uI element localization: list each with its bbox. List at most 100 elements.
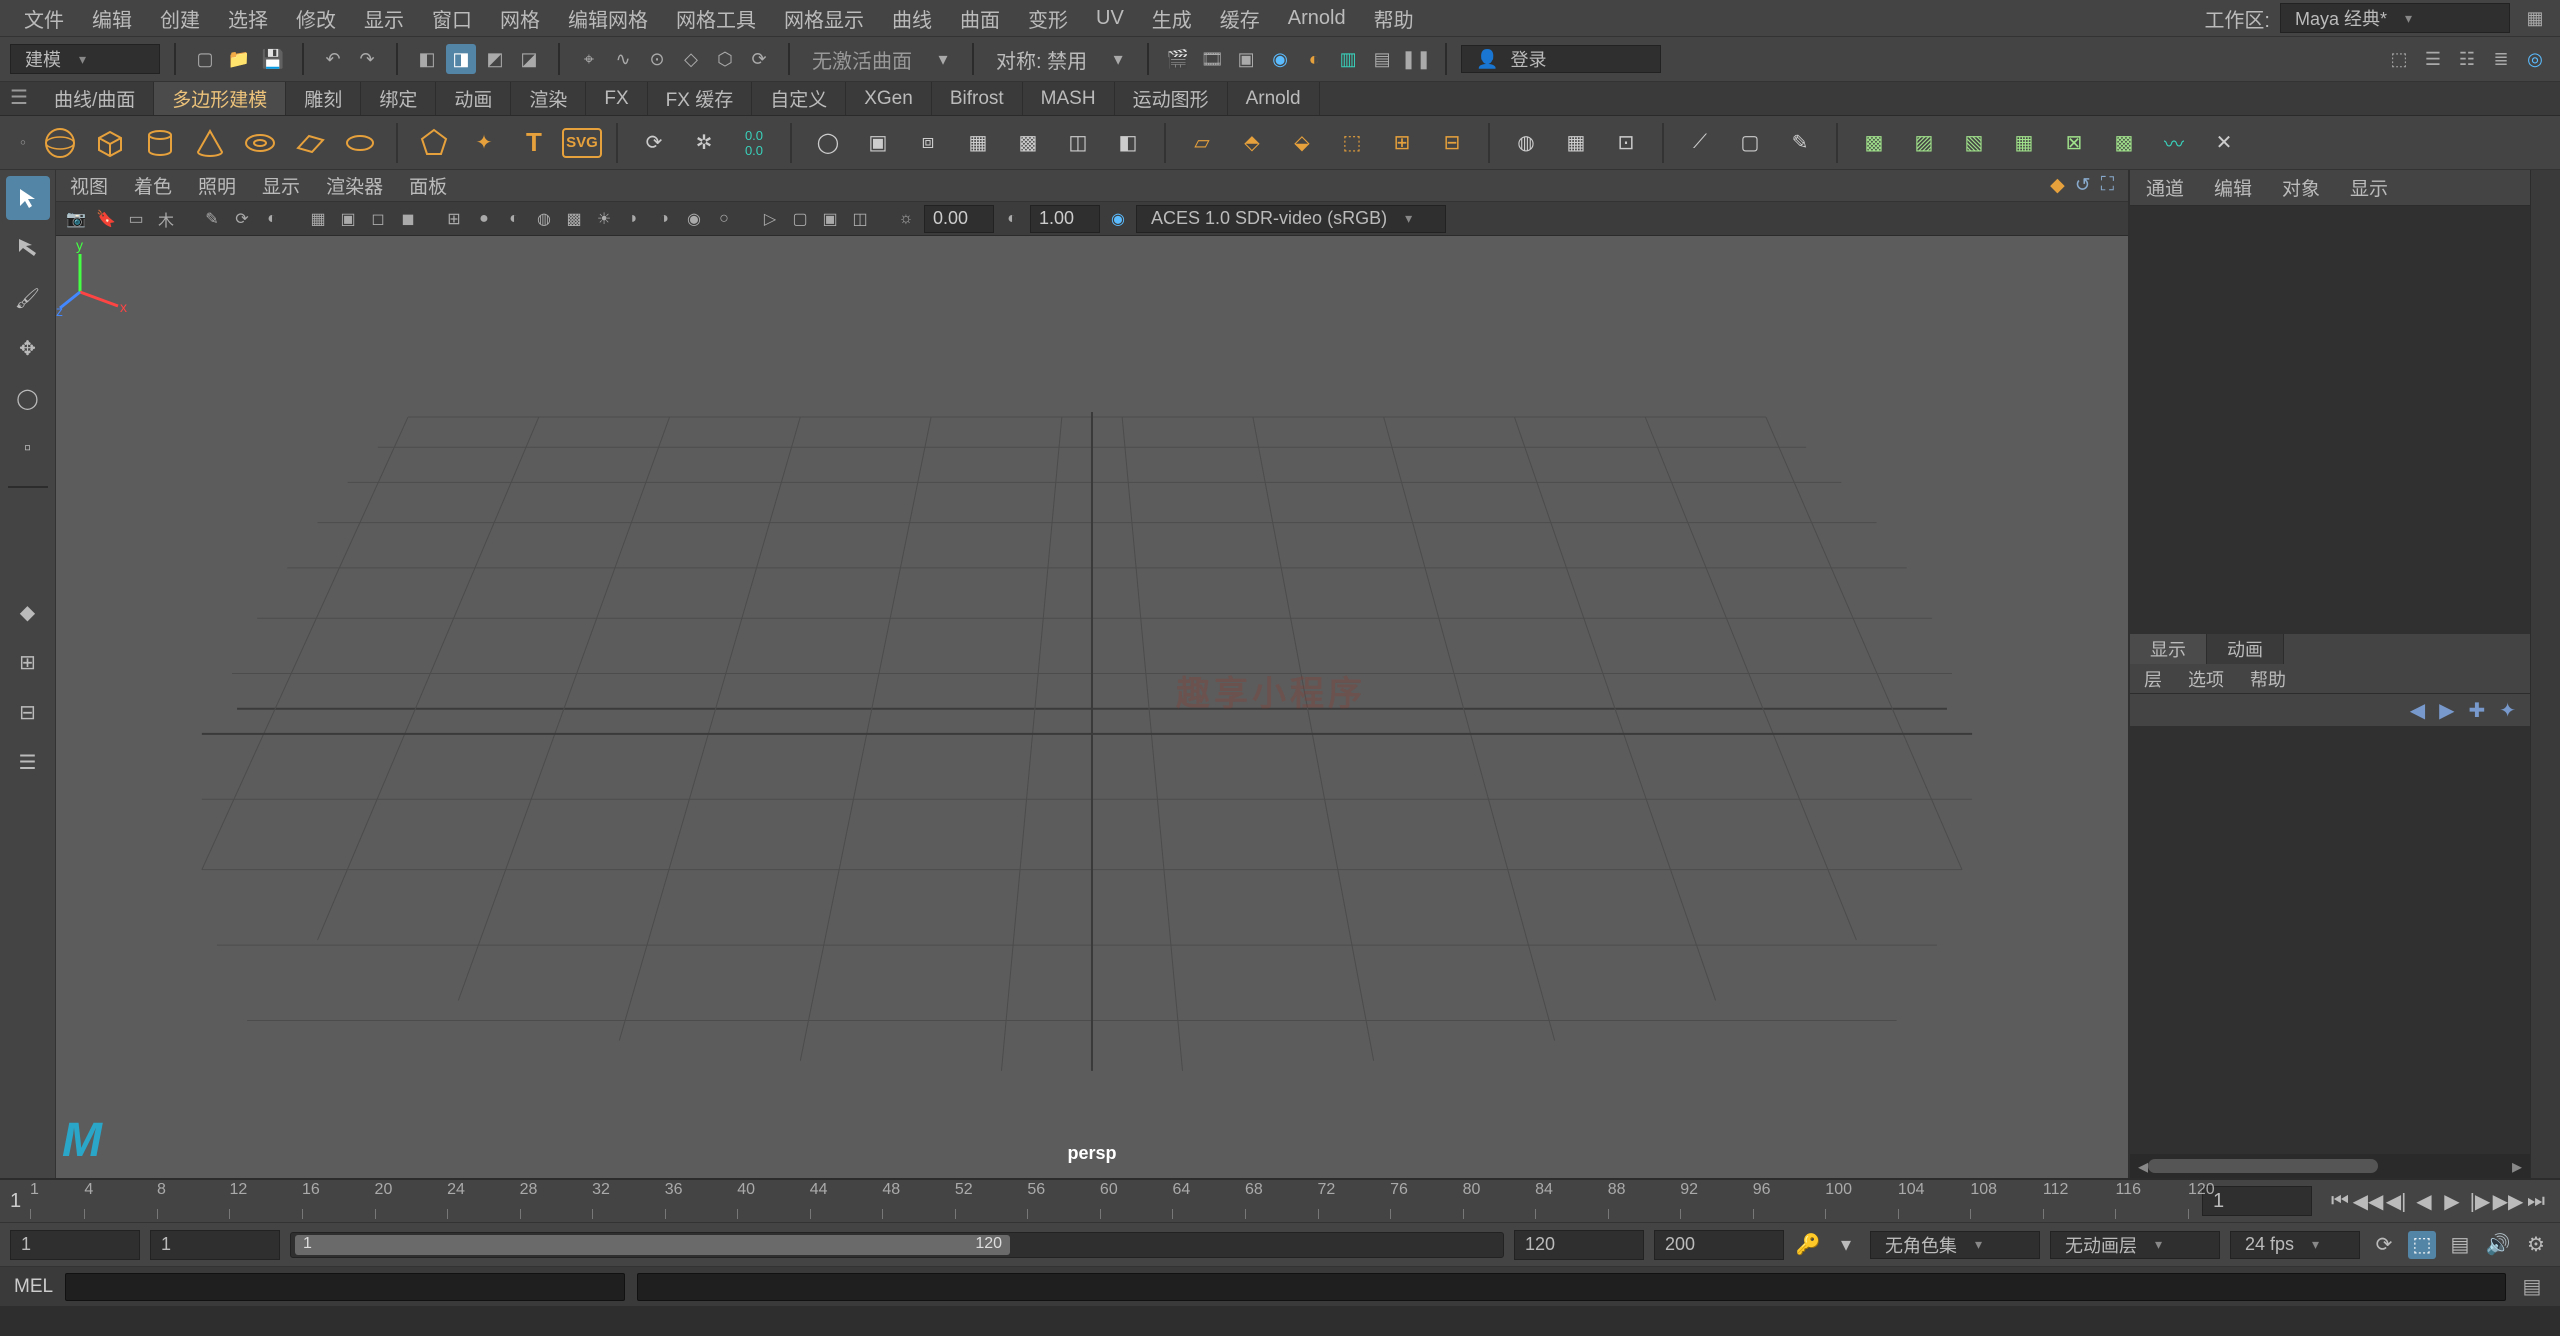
chmenu-channels[interactable]: 通道: [2146, 174, 2184, 201]
menu-mesh[interactable]: 网格: [486, 0, 554, 37]
menu-edit[interactable]: 编辑: [78, 0, 146, 37]
polydisc-icon[interactable]: [338, 121, 382, 165]
panel-menu-panels[interactable]: 面板: [409, 172, 447, 199]
extrude-icon[interactable]: ▦: [956, 121, 1000, 165]
toggle-hud-icon[interactable]: ☰: [2418, 44, 2448, 74]
ipr-render-icon[interactable]: ▣: [1231, 44, 1261, 74]
construction-plane-icon[interactable]: ✲: [682, 121, 726, 165]
use-default-mat-icon[interactable]: ◐: [502, 207, 526, 231]
menu-arnold[interactable]: Arnold: [1274, 3, 1360, 34]
depth-peel-icon[interactable]: ◫: [848, 207, 872, 231]
bridge-icon[interactable]: ▩: [1006, 121, 1050, 165]
render-setup-icon[interactable]: ▤: [1367, 44, 1397, 74]
uv-spherical-icon[interactable]: ▧: [1952, 121, 1996, 165]
menu-mesh-tools[interactable]: 网格工具: [662, 0, 770, 37]
menu-select[interactable]: 选择: [214, 0, 282, 37]
image-plane-icon[interactable]: ▭: [124, 207, 148, 231]
use-lights-icon[interactable]: ☀: [592, 207, 616, 231]
play-fwd-icon[interactable]: ▶: [2438, 1187, 2466, 1215]
camera-bookmark-icon[interactable]: ↺: [2075, 174, 2091, 197]
menu-mesh-display[interactable]: 网格显示: [770, 0, 878, 37]
lasso-tool[interactable]: [6, 226, 50, 270]
shelf-tab-6[interactable]: FX: [586, 82, 647, 115]
uv-cut-icon[interactable]: ⊠: [2052, 121, 2096, 165]
shelf-tab-5[interactable]: 渲染: [511, 82, 586, 115]
step-fwd-icon[interactable]: |▶: [2466, 1187, 2494, 1215]
select-by-hierarchy-icon[interactable]: ◧: [412, 44, 442, 74]
paint-select-tool[interactable]: 🖌: [6, 276, 50, 320]
menu-cache[interactable]: 缓存: [1206, 0, 1274, 37]
shelf-tab-3[interactable]: 绑定: [361, 82, 436, 115]
gamma-field[interactable]: 1.00: [1030, 205, 1100, 233]
connect-icon[interactable]: ⊞: [1380, 121, 1424, 165]
step-back-icon[interactable]: ◀|: [2382, 1187, 2410, 1215]
menu-generate[interactable]: 生成: [1138, 0, 1206, 37]
snap-live-icon[interactable]: ⬡: [710, 44, 740, 74]
superellipse-icon[interactable]: ✦: [462, 121, 506, 165]
command-input[interactable]: [65, 1273, 625, 1301]
smooth-shade-icon[interactable]: ●: [472, 207, 496, 231]
hypershade-icon[interactable]: ◐: [1299, 44, 1329, 74]
fps-dropdown[interactable]: 24 fps: [2230, 1231, 2360, 1259]
playback-toggle-icon[interactable]: ▤: [2446, 1231, 2474, 1259]
gamma-icon[interactable]: ◐: [1000, 207, 1024, 231]
polycube-icon[interactable]: [88, 121, 132, 165]
append-poly-icon[interactable]: ▱: [1180, 121, 1224, 165]
gate-mask-icon[interactable]: ◼: [396, 207, 420, 231]
layout-four-icon[interactable]: ⊞: [6, 640, 50, 684]
uv-layout-icon[interactable]: ✕: [2202, 121, 2246, 165]
polytorus-icon[interactable]: [238, 121, 282, 165]
textured-icon[interactable]: ▩: [562, 207, 586, 231]
subdivide-icon[interactable]: ▦: [1554, 121, 1598, 165]
save-scene-icon[interactable]: 💾: [258, 44, 288, 74]
ghosting-icon[interactable]: ⟳: [230, 207, 254, 231]
new-layer-icon[interactable]: ✚: [2468, 698, 2485, 723]
time-slider[interactable]: 1 14812162024283236404448525660646872768…: [0, 1180, 2560, 1223]
combine-icon[interactable]: ◯: [806, 121, 850, 165]
uv-editor-icon[interactable]: ▩: [2102, 121, 2146, 165]
menu-create[interactable]: 创建: [146, 0, 214, 37]
shelf-tab-11[interactable]: MASH: [1023, 82, 1115, 115]
login-field[interactable]: 👤 登录: [1461, 45, 1661, 73]
snap-curve-icon[interactable]: ∿: [608, 44, 638, 74]
xray-active-icon[interactable]: ▣: [818, 207, 842, 231]
layer-move-down-icon[interactable]: ▶: [2439, 698, 2454, 723]
wire-on-shaded-icon[interactable]: ◍: [532, 207, 556, 231]
menu-file[interactable]: 文件: [10, 0, 78, 37]
insert-edge-icon[interactable]: ⬘: [1230, 121, 1274, 165]
xray-icon[interactable]: ◐: [260, 207, 284, 231]
chmenu-object[interactable]: 对象: [2282, 174, 2320, 201]
color-mgmt-icon[interactable]: ◉: [1106, 207, 1130, 231]
shadows-icon[interactable]: ◗: [622, 207, 646, 231]
select-mask-icon[interactable]: ◪: [514, 44, 544, 74]
key-tick-dropdown-icon[interactable]: ▾: [1832, 1231, 1860, 1259]
shelf-tab-8[interactable]: 自定义: [752, 82, 846, 115]
type-tool-icon[interactable]: T: [512, 121, 556, 165]
ao-icon[interactable]: ◑: [652, 207, 676, 231]
shelf-tab-7[interactable]: FX 缓存: [648, 82, 753, 115]
menu-edit-mesh[interactable]: 编辑网格: [554, 0, 662, 37]
motion-blur-icon[interactable]: ◉: [682, 207, 706, 231]
module-selector[interactable]: 建模: [10, 44, 160, 74]
workspace-dropdown[interactable]: Maya 经典*: [2280, 3, 2510, 33]
scrollbar-thumb[interactable]: [2148, 1159, 2378, 1173]
mirror-icon[interactable]: ⟋: [1678, 121, 1722, 165]
anim-start-field[interactable]: 1: [10, 1230, 140, 1260]
layer-menu-layers[interactable]: 层: [2144, 666, 2162, 692]
toggle-toolsettings-icon[interactable]: ☷: [2452, 44, 2482, 74]
viewport[interactable]: 趣享小程序 persp M y x z: [56, 236, 2128, 1178]
layer-move-up-icon[interactable]: ◀: [2410, 698, 2425, 723]
undo-icon[interactable]: ↶: [318, 44, 348, 74]
open-scene-icon[interactable]: 📁: [224, 44, 254, 74]
multi-cut-icon[interactable]: ⬙: [1280, 121, 1324, 165]
soft-select-numeric-icon[interactable]: 0.00.0: [732, 121, 776, 165]
rotate-tool[interactable]: ◯: [6, 376, 50, 420]
panel-menu-renderer[interactable]: 渲染器: [326, 172, 383, 199]
view-transform-dropdown[interactable]: ACES 1.0 SDR-video (sRGB): [1136, 205, 1446, 233]
polysphere-icon[interactable]: [38, 121, 82, 165]
light-editor-icon[interactable]: ▥: [1333, 44, 1363, 74]
anim-end-field[interactable]: 200: [1654, 1230, 1784, 1260]
layout-outliner-icon[interactable]: ☰: [6, 740, 50, 784]
menu-help[interactable]: 帮助: [1360, 0, 1428, 37]
sculpt-icon[interactable]: ▢: [1728, 121, 1772, 165]
